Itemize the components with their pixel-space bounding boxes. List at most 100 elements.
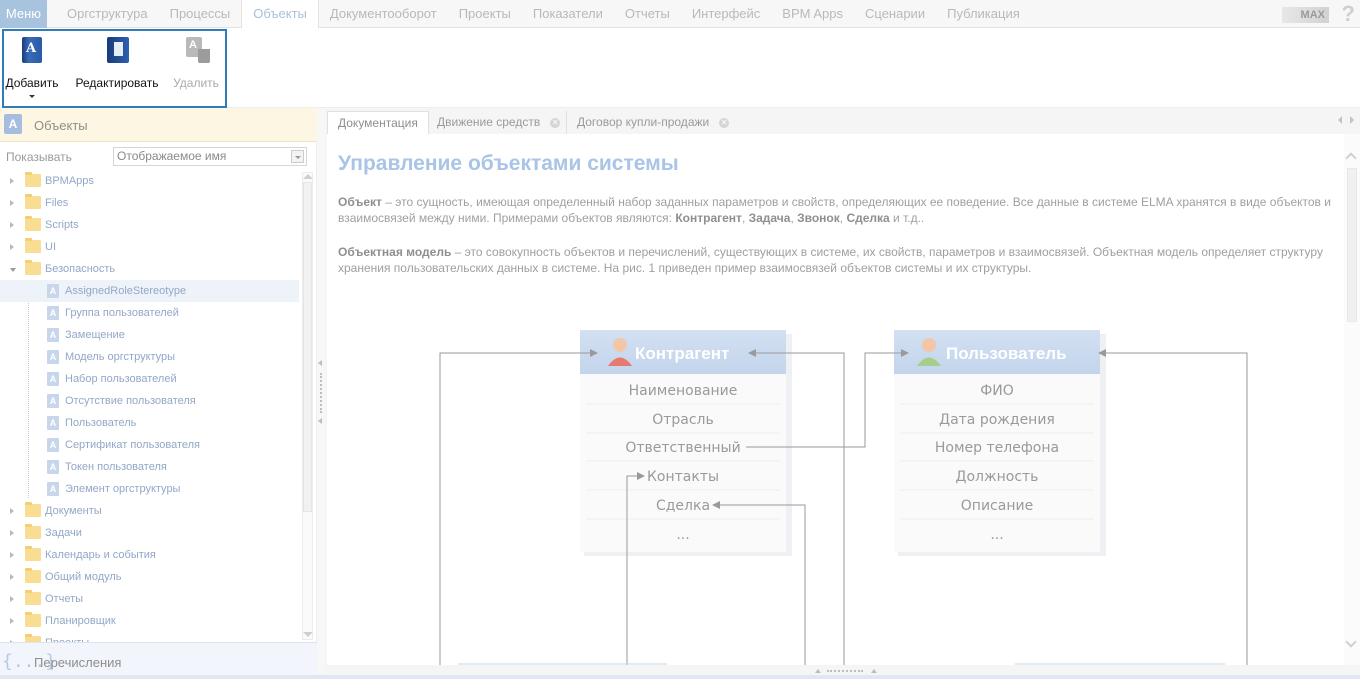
close-icon[interactable]: ✕ (550, 117, 561, 128)
book-delete-icon (184, 35, 210, 65)
tree-object-item[interactable]: A Элемент оргструктуры (0, 478, 299, 500)
collapsed-chevron-icon[interactable] (10, 178, 14, 184)
object-relations-diagram: Контрагент Наименование Отрасль Ответств… (439, 330, 1248, 665)
nav-tab-documents[interactable]: Документооборот (319, 0, 448, 28)
enumerations-panel-header[interactable]: {...} Перечисления (0, 642, 317, 679)
main-menu-button[interactable]: Меню (0, 0, 47, 28)
tab-cash-flow[interactable]: Движение средств ✕ (427, 111, 570, 135)
object-icon: A (47, 306, 59, 320)
collapsed-chevron-icon[interactable] (10, 596, 14, 602)
tabs-scroll-right-icon[interactable] (1350, 116, 1354, 124)
tree-folder-item[interactable]: Отчеты (0, 588, 299, 610)
content-scrollbar-thumb[interactable] (1347, 168, 1357, 322)
close-icon[interactable]: ✕ (719, 117, 730, 128)
tree-folder-item[interactable]: Планировщик (0, 610, 299, 632)
tree-object-item[interactable]: A Модель оргструктуры (0, 346, 299, 368)
tab-cash-flow-label: Движение средств (437, 115, 541, 129)
tabs-scroll-left-icon[interactable] (1338, 116, 1342, 124)
collapsed-chevron-icon[interactable] (10, 222, 14, 228)
tree-folder-item[interactable]: UI (0, 236, 299, 258)
folder-icon (25, 612, 41, 627)
tree-scrollbar-thumb[interactable] (303, 182, 312, 512)
tree-object-item[interactable]: A Замещение (0, 324, 299, 346)
tree-item-label: Планировщик (45, 615, 116, 627)
objects-panel-header[interactable]: A Объекты (0, 108, 317, 142)
splitter-grip[interactable] (827, 670, 863, 672)
tree-item-label: Безопасность (45, 263, 116, 275)
tree-folder-item[interactable]: Задачи (0, 522, 299, 544)
expand-up-icon-2[interactable] (871, 669, 877, 673)
collapsed-chevron-icon[interactable] (10, 552, 14, 558)
tree-item-label: Пользователь (65, 417, 137, 429)
tree-folder-item[interactable]: Общий модуль (0, 566, 299, 588)
tab-documentation[interactable]: Документация (327, 111, 429, 135)
nav-tab-reports[interactable]: Отчеты (614, 0, 681, 28)
display-mode-label: Показывать (6, 150, 72, 164)
expand-up-icon[interactable] (815, 669, 821, 673)
scroll-down-icon[interactable] (1345, 636, 1357, 648)
nav-tab-processes[interactable]: Процессы (159, 0, 242, 28)
tree-object-item[interactable]: A AssignedRoleStereotype (0, 280, 299, 302)
content-scrollbar[interactable] (1344, 134, 1360, 665)
tree-scrollbar[interactable] (300, 170, 315, 642)
collapsed-chevron-icon[interactable] (10, 244, 14, 250)
tree-folder-item[interactable]: Безопасность (0, 258, 299, 280)
nav-tab-objects[interactable]: Объекты (241, 0, 319, 29)
dropdown-arrow-icon[interactable] (291, 150, 304, 163)
help-icon[interactable]: ? (1342, 1, 1355, 27)
delete-button[interactable]: Удалить (168, 35, 224, 90)
add-button[interactable]: Добавить (4, 35, 60, 98)
tree-object-item[interactable]: A Сертификат пользователя (0, 434, 299, 456)
nav-tab-projects[interactable]: Проекты (448, 0, 522, 28)
folder-icon (25, 502, 41, 517)
collapse-left-icon[interactable] (318, 360, 322, 366)
nav-tab-bpm-apps[interactable]: BPM Apps (771, 0, 854, 28)
display-mode-select[interactable]: Отображаемое имя (113, 147, 307, 166)
folder-icon (25, 238, 41, 253)
tree-object-item[interactable]: A Пользователь (0, 412, 299, 434)
folder-icon (25, 568, 41, 583)
collapsed-chevron-icon[interactable] (10, 200, 14, 206)
collapsed-chevron-icon[interactable] (10, 574, 14, 580)
tab-sales-contract-label: Договор купли-продажи (577, 115, 710, 129)
collapse-left-icon-2[interactable] (318, 418, 322, 424)
nav-tab-scenarios[interactable]: Сценарии (854, 0, 936, 28)
collapsed-chevron-icon[interactable] (10, 618, 14, 624)
counterparty-field: Наименование (629, 383, 738, 399)
chevron-down-icon[interactable] (29, 95, 35, 98)
user-field: ФИО (980, 383, 1014, 399)
nav-tab-publication[interactable]: Публикация (936, 0, 1031, 28)
tree-folder-item[interactable]: Документы (0, 500, 299, 522)
tree-object-item[interactable]: A Отсутствие пользователя (0, 390, 299, 412)
tree-item-label: Модель оргструктуры (65, 351, 176, 363)
nav-tab-interface[interactable]: Интерфейс (681, 0, 771, 28)
folder-icon (25, 172, 41, 187)
tree-item-label: Замещение (65, 329, 125, 341)
scroll-up-icon[interactable] (303, 174, 313, 179)
splitter-grip[interactable] (320, 373, 322, 413)
tree-object-item[interactable]: A Набор пользователей (0, 368, 299, 390)
tree-folder-item[interactable]: Files (0, 192, 299, 214)
collapsed-chevron-icon[interactable] (10, 530, 14, 536)
scroll-down-icon[interactable] (303, 632, 313, 637)
object-icon: A (47, 284, 59, 298)
tree-folder-item[interactable]: Проекты (0, 632, 299, 642)
nav-tab-orgstructure[interactable]: Оргструктура (56, 0, 159, 28)
scroll-up-icon[interactable] (1345, 152, 1357, 164)
tree-folder-item[interactable]: Календарь и события (0, 544, 299, 566)
vertical-splitter[interactable] (317, 108, 325, 679)
object-icon: A (47, 438, 59, 452)
maximize-button[interactable]: MAX (1282, 7, 1329, 23)
tree-folder-item[interactable]: Scripts (0, 214, 299, 236)
edit-button[interactable]: Редактировать (72, 35, 162, 90)
tree-folder-item[interactable]: BPMApps (0, 170, 299, 192)
tree-object-item[interactable]: A Токен пользователя (0, 456, 299, 478)
folder-icon (25, 216, 41, 231)
tree-object-item[interactable]: A Группа пользователей (0, 302, 299, 324)
nav-tab-indicators[interactable]: Показатели (522, 0, 614, 28)
expanded-chevron-icon[interactable] (10, 268, 16, 272)
collapsed-chevron-icon[interactable] (10, 508, 14, 514)
tab-sales-contract[interactable]: Договор купли-продажи ✕ (566, 111, 739, 135)
tree-item-label: UI (45, 241, 56, 253)
tree-item-label: Календарь и события (45, 549, 156, 561)
